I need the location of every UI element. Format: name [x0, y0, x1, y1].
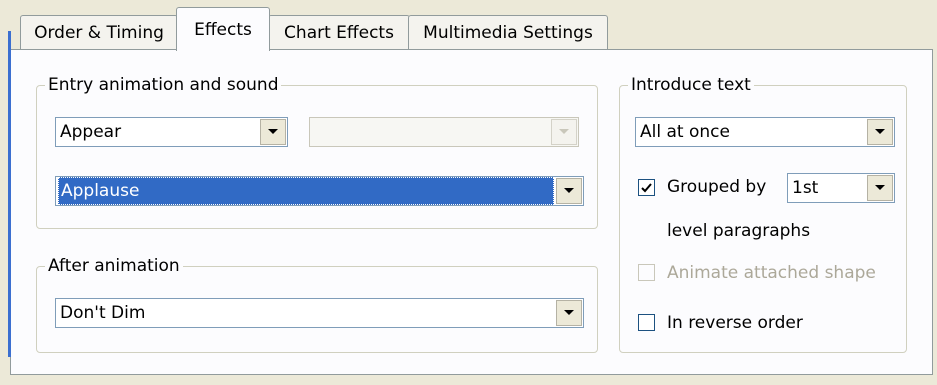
animate-shape-checkbox: [638, 264, 655, 281]
introduce-text-legend: Introduce text: [628, 74, 754, 96]
reverse-order-label: In reverse order: [667, 313, 803, 333]
introduce-text-select[interactable]: All at once: [635, 117, 895, 147]
tab-label: Order & Timing: [34, 22, 164, 43]
entry-animation-group: Entry animation and sound: [36, 74, 598, 229]
tab-label: Multimedia Settings: [423, 22, 593, 43]
chevron-down-icon[interactable]: [867, 119, 893, 145]
tab-label: Effects: [194, 19, 252, 40]
reverse-order-checkbox[interactable]: [638, 314, 655, 331]
grouped-by-checkbox[interactable]: [638, 179, 655, 196]
tab-order-timing[interactable]: Order & Timing: [20, 15, 178, 49]
animate-shape-label: Animate attached shape: [667, 263, 876, 283]
tab-label: Chart Effects: [284, 22, 394, 43]
entry-effect-select[interactable]: Appear: [55, 117, 288, 147]
entry-animation-legend: Entry animation and sound: [45, 74, 282, 96]
introduce-text-value: All at once: [640, 122, 730, 142]
chevron-down-icon: [551, 119, 577, 145]
after-animation-legend: After animation: [45, 255, 183, 277]
sound-value: Applause: [58, 177, 554, 205]
tab-chart-effects[interactable]: Chart Effects: [268, 15, 410, 49]
chevron-down-icon[interactable]: [556, 178, 582, 204]
after-animation-value: Don't Dim: [60, 303, 146, 323]
sound-select[interactable]: Applause: [55, 176, 584, 206]
chevron-down-icon[interactable]: [867, 175, 893, 201]
grouped-by-label: Grouped by: [667, 177, 767, 197]
chevron-down-icon[interactable]: [556, 300, 582, 326]
tab-multimedia-settings[interactable]: Multimedia Settings: [408, 15, 608, 49]
grouped-level-value: 1st: [792, 178, 819, 198]
after-animation-select[interactable]: Don't Dim: [55, 298, 584, 328]
tab-effects[interactable]: Effects: [176, 7, 270, 51]
grouped-level-select[interactable]: 1st: [787, 173, 895, 203]
entry-effect-value: Appear: [60, 122, 122, 142]
chevron-down-icon[interactable]: [260, 119, 286, 145]
entry-direction-select: [309, 117, 579, 147]
checkmark-icon: [641, 182, 652, 192]
window-edge: [8, 31, 11, 357]
level-paragraphs-label: level paragraphs: [667, 221, 811, 241]
